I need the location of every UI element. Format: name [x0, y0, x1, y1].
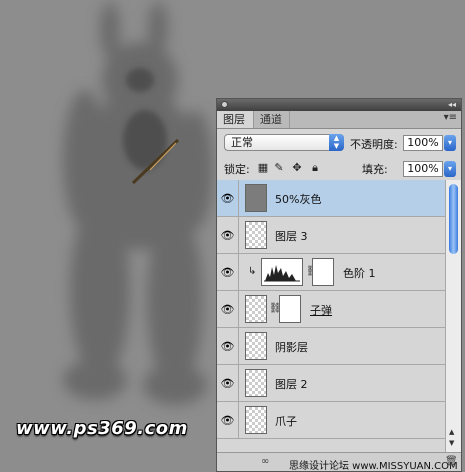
scroll-up-icon[interactable]: ▲ — [449, 428, 454, 436]
trash-icon[interactable]: 🗑︎ — [445, 456, 458, 467]
layer-thumbnail — [245, 295, 267, 323]
tab-channels[interactable]: 通道 — [254, 111, 290, 128]
blend-mode-value: 正常 — [231, 136, 253, 149]
collapse-icon[interactable]: ◂◂ — [448, 99, 456, 111]
blend-mode-select[interactable]: 正常 ▲ ▼ — [224, 134, 344, 151]
visibility-eye-icon[interactable]: 👁︎ — [217, 254, 239, 291]
layer-name: 图层 2 — [275, 378, 308, 391]
layer-mask-thumbnail — [312, 258, 334, 286]
visibility-eye-icon[interactable]: 👁︎ — [217, 217, 239, 254]
layers-scrollbar[interactable]: ▲ ▼ — [445, 180, 461, 452]
site-watermark: www.ps369.com — [16, 418, 188, 439]
scroll-down-icon[interactable]: ▼ — [449, 439, 454, 447]
visibility-eye-icon[interactable]: 👁︎ — [217, 291, 239, 328]
opacity-input[interactable]: 100% — [403, 135, 443, 151]
fill-dropdown-icon[interactable]: ▾ — [444, 161, 456, 177]
layer-thumbnail — [245, 332, 267, 360]
blend-row: 正常 ▲ ▼ 不透明度: 100% ▾ — [217, 129, 461, 157]
link-layers-icon[interactable]: ∞ — [261, 456, 269, 467]
lock-label: 锁定: — [224, 163, 250, 176]
panel-footer: ∞ 思缘设计论坛 www.MISSYUAN.COM 🗑︎ — [217, 452, 461, 472]
layer-thumbnail — [245, 406, 267, 434]
layer-row[interactable]: 👁︎ 阴影层 — [217, 328, 445, 365]
lock-row: 锁定: ▦ ✎ ✥ 🔒︎ 填充: 100% ▾ — [217, 157, 461, 182]
visibility-eye-icon[interactable]: 👁︎ — [217, 365, 239, 402]
layer-row[interactable]: 👁︎ 图层 2 — [217, 365, 445, 402]
fill-label: 填充: — [362, 163, 388, 176]
layers-panel: ◂◂ 图层 通道 ▾≡ 正常 ▲ ▼ 不透明度: 100% ▾ 锁定: ▦ ✎ ✥… — [216, 98, 462, 472]
layer-mask-thumbnail — [279, 295, 301, 323]
layer-thumbnail — [245, 221, 267, 249]
tab-layers[interactable]: 图层 — [217, 111, 254, 128]
layer-name: 图层 3 — [275, 230, 308, 243]
layer-name: 色阶 1 — [343, 267, 376, 280]
fill-input[interactable]: 100% — [403, 161, 443, 177]
lock-transparency-icon[interactable]: ▦ — [257, 162, 269, 174]
clipping-arrow-icon: ↳ — [248, 266, 257, 277]
panel-tabs: 图层 通道 ▾≡ — [217, 111, 461, 129]
layers-list: 👁︎ 50%灰色 👁︎ 图层 3 👁︎ ↳ ⛓ 色阶 1 👁︎ — [217, 180, 445, 452]
close-icon[interactable] — [221, 101, 228, 108]
layer-name: 子弹 — [310, 304, 332, 317]
layer-row[interactable]: 👁︎ 50%灰色 — [217, 180, 445, 217]
layer-name: 阴影层 — [275, 341, 308, 354]
lock-all-icon[interactable]: 🔒︎ — [309, 162, 321, 174]
levels-adjustment-thumbnail — [261, 258, 303, 286]
layer-row[interactable]: 👁︎ 爪子 — [217, 402, 445, 439]
layer-thumbnail — [245, 184, 267, 212]
layer-row[interactable]: 👁︎ ⛓ 子弹 — [217, 291, 445, 328]
layer-thumbnail — [245, 369, 267, 397]
visibility-eye-icon[interactable]: 👁︎ — [217, 328, 239, 365]
visibility-eye-icon[interactable]: 👁︎ — [217, 402, 239, 439]
layer-row[interactable]: 👁︎ ↳ ⛓ 色阶 1 — [217, 254, 445, 291]
opacity-label: 不透明度: — [350, 138, 398, 151]
histogram-icon — [264, 265, 300, 282]
select-arrows-icon: ▲ ▼ — [329, 134, 344, 151]
lock-position-icon[interactable]: ✥ — [291, 162, 303, 174]
opacity-dropdown-icon[interactable]: ▾ — [444, 135, 456, 151]
lock-brush-icon[interactable]: ✎ — [273, 162, 285, 174]
scroll-thumb[interactable] — [449, 184, 458, 254]
visibility-eye-icon[interactable]: 👁︎ — [217, 180, 239, 217]
panel-menu-icon[interactable]: ▾≡ — [444, 112, 457, 123]
layer-name: 爪子 — [275, 415, 297, 428]
smoky-figure — [63, 2, 213, 405]
footer-watermark: 思缘设计论坛 www.MISSYUAN.COM — [289, 461, 458, 472]
panel-titlebar[interactable]: ◂◂ — [217, 99, 461, 111]
layer-name: 50%灰色 — [275, 193, 322, 206]
layer-row[interactable]: 👁︎ 图层 3 — [217, 217, 445, 254]
